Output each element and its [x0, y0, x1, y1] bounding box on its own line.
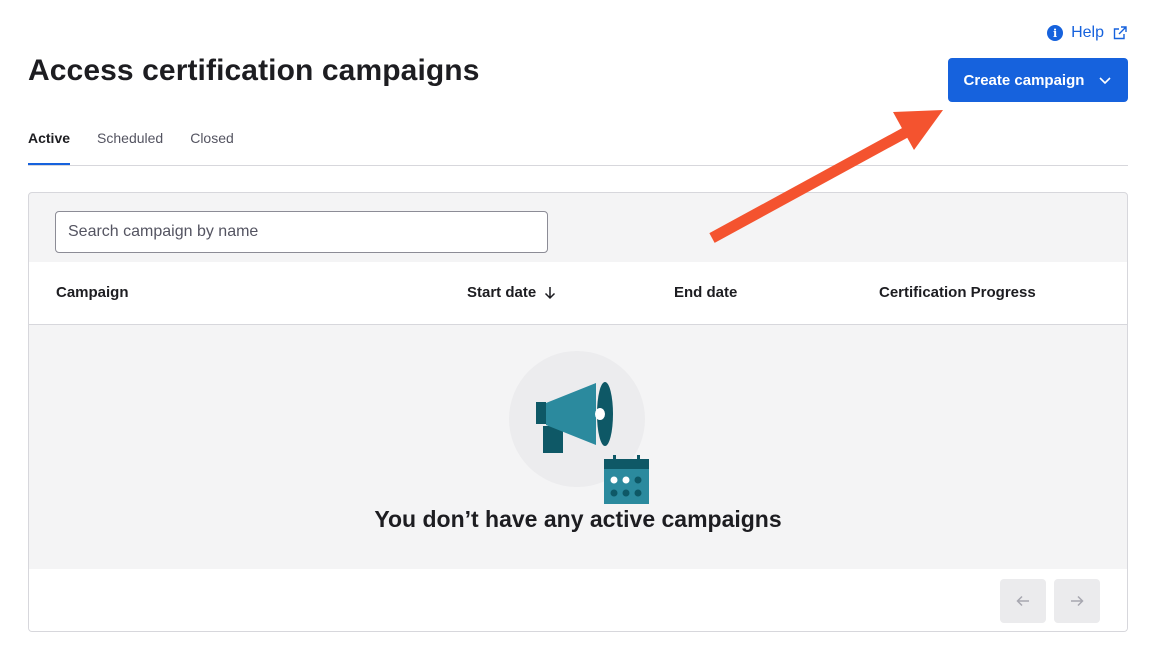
tab-scheduled[interactable]: Scheduled [97, 120, 163, 165]
arrow-left-icon [1016, 595, 1029, 607]
tab-closed[interactable]: Closed [190, 120, 234, 165]
column-start-date-label: Start date [467, 284, 537, 301]
column-end-date: End date [674, 284, 737, 301]
pagination-footer [29, 569, 1127, 631]
next-page-button[interactable] [1054, 579, 1100, 623]
column-start-date[interactable]: Start date [467, 284, 556, 301]
column-progress-label: Certification Progress [879, 284, 1036, 301]
column-end-date-label: End date [674, 284, 738, 301]
help-link[interactable]: i Help [1047, 24, 1128, 42]
tab-bar: Active Scheduled Closed [28, 120, 1128, 166]
chevron-down-icon [1099, 77, 1112, 85]
table-header: Campaign Start date End date Certificati… [29, 262, 1127, 325]
create-campaign-label: Create campaign [963, 71, 1085, 89]
column-campaign-label: Campaign [56, 284, 129, 301]
search-input[interactable] [55, 211, 548, 253]
megaphone-calendar-illustration [509, 351, 649, 504]
empty-state-message: You don’t have any active campaigns [374, 506, 782, 532]
arrow-right-icon [1071, 595, 1084, 607]
info-icon: i [1047, 25, 1064, 41]
page-title: Access certification campaigns [28, 54, 480, 87]
campaigns-panel: Campaign Start date End date Certificati… [28, 192, 1128, 632]
create-campaign-button[interactable]: Create campaign [948, 58, 1128, 102]
previous-page-button[interactable] [1000, 579, 1046, 623]
external-link-icon [1113, 26, 1127, 40]
arrow-down-icon [545, 286, 556, 299]
tab-active[interactable]: Active [28, 120, 71, 165]
column-campaign: Campaign [56, 284, 129, 301]
column-certification-progress: Certification Progress [879, 284, 1036, 301]
help-label: Help [1071, 24, 1104, 41]
